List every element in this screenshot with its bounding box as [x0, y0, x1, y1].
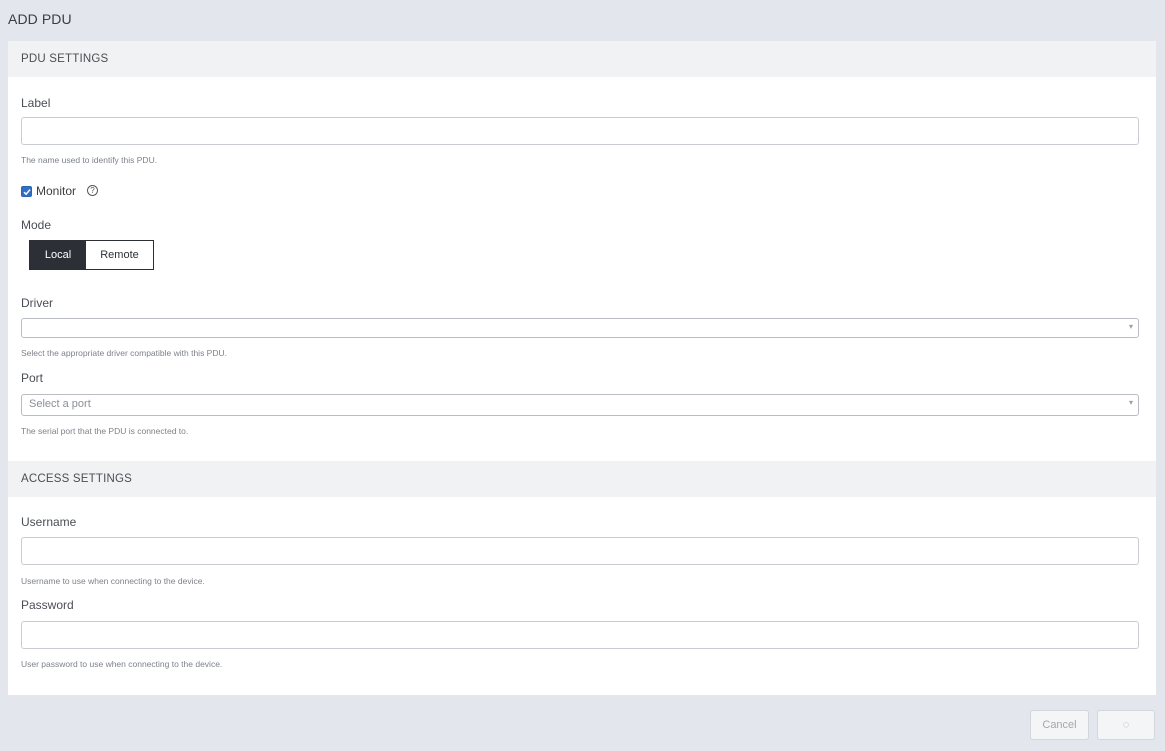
pdu-settings-title: PDU SETTINGS — [21, 53, 109, 65]
username-input[interactable] — [21, 537, 1139, 565]
checkmark-icon — [23, 189, 31, 196]
label-help-text: The name used to identify this PDU. — [21, 155, 158, 165]
label-input[interactable] — [21, 117, 1139, 145]
driver-select[interactable]: ▾ — [21, 318, 1139, 338]
mode-toggle: Local Remote — [29, 240, 154, 270]
username-label: Username — [21, 515, 77, 529]
access-settings-title: ACCESS SETTINGS — [21, 473, 132, 485]
page-title: ADD PDU — [8, 11, 72, 27]
access-settings-header: ACCESS SETTINGS — [8, 461, 1156, 497]
port-label: Port — [21, 371, 44, 385]
mode-local-button[interactable]: Local — [30, 241, 86, 269]
password-label: Password — [21, 598, 74, 612]
chevron-down-icon: ▾ — [1128, 322, 1133, 331]
username-help-text: Username to use when connecting to the d… — [21, 576, 205, 586]
driver-label: Driver — [21, 296, 53, 310]
pdu-settings-header: PDU SETTINGS — [8, 41, 1156, 77]
password-help-text: User password to use when connecting to … — [21, 659, 223, 669]
mode-remote-button[interactable]: Remote — [86, 241, 153, 269]
port-help-text: The serial port that the PDU is connecte… — [21, 426, 189, 436]
chevron-down-icon: ▾ — [1128, 398, 1133, 407]
monitor-label: Monitor — [36, 184, 77, 198]
monitor-checkbox[interactable] — [21, 186, 32, 197]
cancel-button[interactable]: Cancel — [1030, 710, 1089, 740]
password-input[interactable] — [21, 621, 1139, 649]
help-icon[interactable]: ? — [87, 185, 98, 196]
port-select[interactable]: Select a port ▾ — [21, 394, 1139, 416]
port-select-placeholder: Select a port — [29, 398, 91, 410]
add-pdu-form: PDU SETTINGS Label The name used to iden… — [8, 41, 1156, 695]
mode-label: Mode — [21, 218, 52, 232]
driver-help-text: Select the appropriate driver compatible… — [21, 348, 227, 358]
save-button[interactable]: ◌ — [1097, 710, 1155, 740]
label-field-label: Label — [21, 96, 51, 110]
